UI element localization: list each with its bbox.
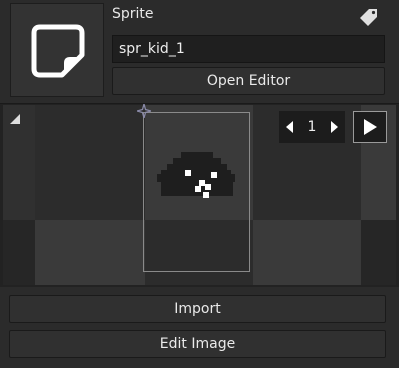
play-button[interactable] [353,111,387,143]
import-button[interactable]: Import [9,295,386,323]
sprite-thumbnail[interactable] [10,3,104,97]
sprite-preview[interactable]: 1 [0,104,399,287]
open-editor-label: Open Editor [206,73,291,89]
tag-icon[interactable] [358,8,380,28]
sprite-name-field[interactable] [112,35,385,63]
sprite-icon [31,24,85,78]
frame-navigator: 1 [279,111,345,143]
frame-number: 1 [307,119,317,135]
edit-image-label: Edit Image [159,336,236,352]
edit-image-button[interactable]: Edit Image [9,330,386,358]
sprite-header: Sprite Open Editor [0,0,399,104]
triangle-corner-icon[interactable] [10,114,20,124]
play-icon [364,119,377,135]
sprite-label: Sprite [112,6,154,22]
chevron-right-icon[interactable] [329,120,339,134]
open-editor-button[interactable]: Open Editor [112,67,385,95]
import-label: Import [174,301,221,317]
chevron-left-icon[interactable] [285,120,295,134]
sprite-bounds-frame [143,112,250,272]
origin-crosshair-icon[interactable] [137,104,151,118]
